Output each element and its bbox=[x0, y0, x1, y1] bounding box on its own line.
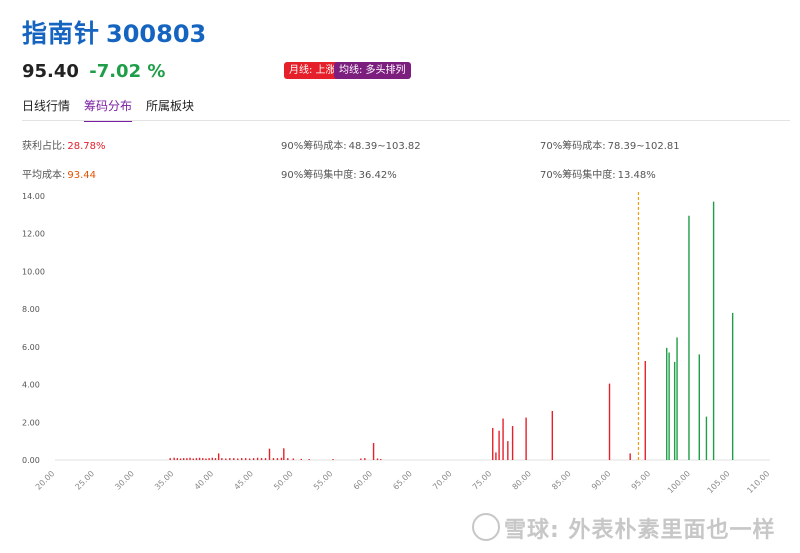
y-tick-label: 12.00 bbox=[22, 230, 45, 239]
x-tick-label: 105.00 bbox=[706, 469, 732, 495]
x-tick-label: 65.00 bbox=[391, 469, 414, 492]
x-tick-label: 110.00 bbox=[745, 469, 771, 495]
x-tick-label: 40.00 bbox=[193, 469, 216, 492]
y-tick-label: 4.00 bbox=[22, 381, 40, 390]
x-tick-label: 90.00 bbox=[590, 469, 613, 492]
snowball-logo-icon bbox=[472, 513, 500, 541]
y-tick-label: 8.00 bbox=[22, 305, 40, 314]
watermark: 雪球: 外表朴素里面也一样 bbox=[472, 512, 775, 544]
x-tick-label: 25.00 bbox=[74, 469, 97, 492]
x-tick-label: 50.00 bbox=[272, 469, 295, 492]
x-tick-label: 20.00 bbox=[34, 469, 57, 492]
x-tick-label: 55.00 bbox=[312, 469, 335, 492]
y-tick-label: 0.00 bbox=[22, 456, 40, 465]
x-tick-label: 70.00 bbox=[431, 469, 454, 492]
x-tick-label: 85.00 bbox=[550, 469, 573, 492]
x-tick-label: 75.00 bbox=[471, 469, 494, 492]
x-tick-label: 100.00 bbox=[666, 469, 692, 495]
x-tick-label: 95.00 bbox=[630, 469, 653, 492]
chip-distribution-chart: 0.00 2.00 4.00 6.00 8.00 10.00 12.00 14.00 20.00… bbox=[22, 192, 771, 495]
x-tick-label: 30.00 bbox=[113, 469, 136, 492]
x-tick-label: 80.00 bbox=[511, 469, 534, 492]
x-tick-label: 35.00 bbox=[153, 469, 176, 492]
y-tick-label: 2.00 bbox=[22, 418, 40, 427]
x-tick-label: 45.00 bbox=[232, 469, 255, 492]
watermark-text: 雪球: 外表朴素里面也一样 bbox=[504, 518, 776, 543]
x-tick-label: 60.00 bbox=[352, 469, 375, 492]
y-tick-label: 10.00 bbox=[22, 267, 45, 276]
y-tick-label: 6.00 bbox=[22, 343, 40, 352]
y-tick-label: 14.00 bbox=[22, 192, 45, 201]
